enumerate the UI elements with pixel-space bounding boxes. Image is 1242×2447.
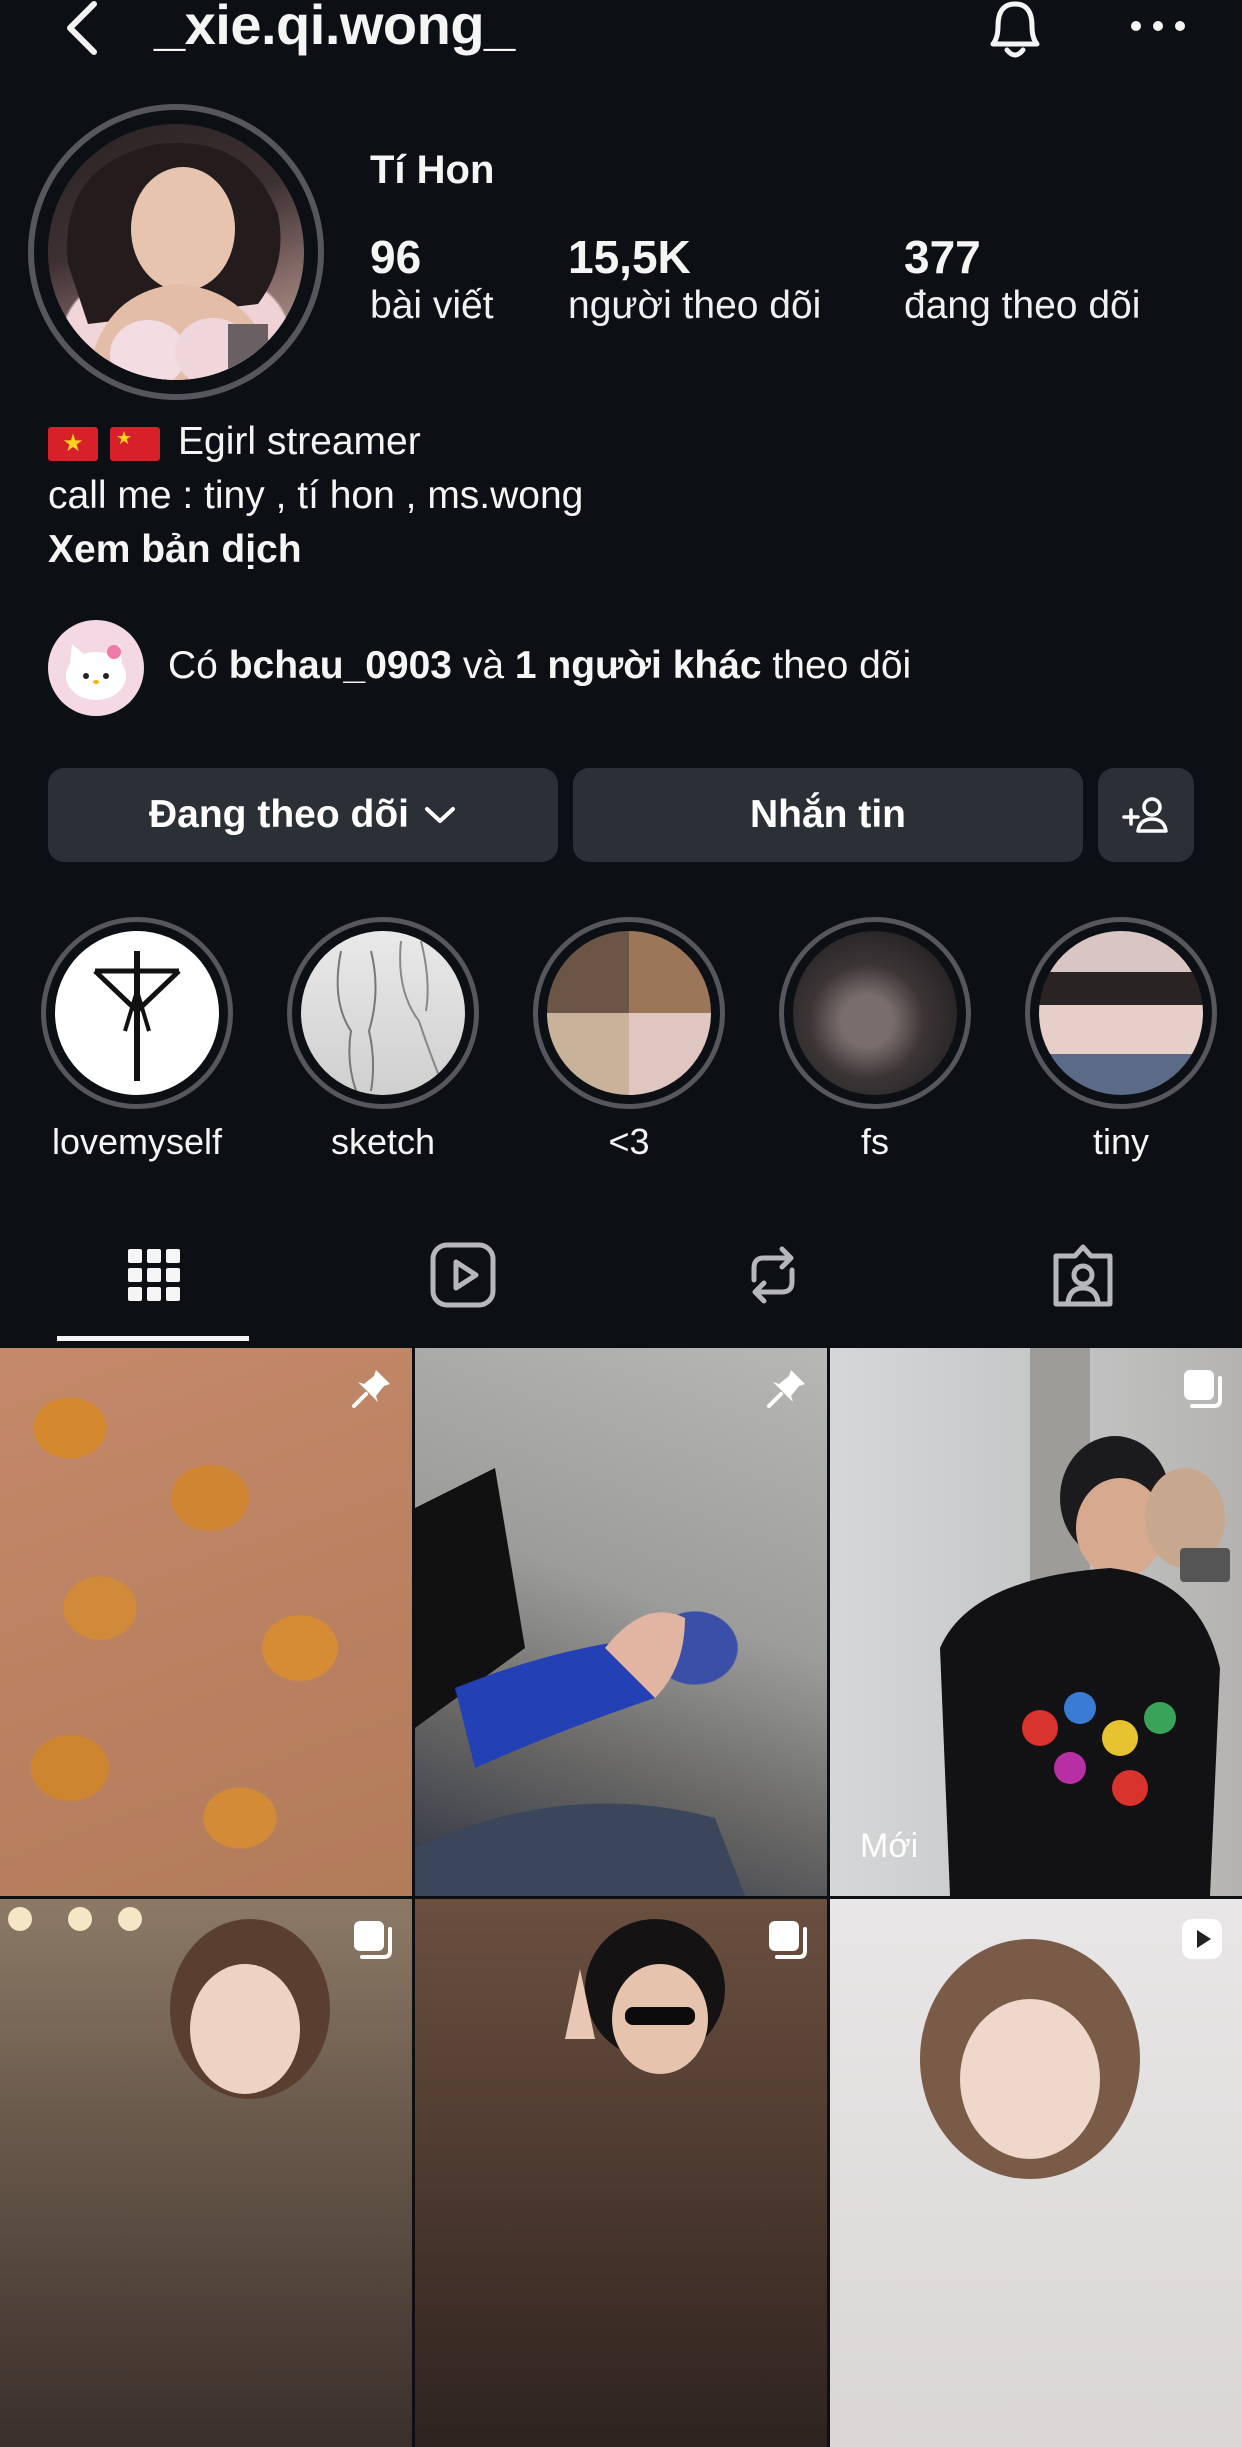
- highlight-label: sketch: [330, 1121, 436, 1162]
- pin-icon: [767, 1370, 805, 1408]
- bio-text-1: Egirl streamer: [178, 420, 421, 463]
- mutual-suffix: theo dõi: [761, 644, 912, 687]
- avatar-photo: [67, 142, 281, 380]
- stat-following[interactable]: 377 đang theo dõi: [904, 230, 1140, 328]
- post-tile[interactable]: [0, 1899, 412, 2447]
- suggest-user-button[interactable]: [1098, 768, 1194, 862]
- bell-icon[interactable]: [980, 0, 1050, 64]
- tagged-icon[interactable]: [1048, 1240, 1118, 1310]
- new-post-label: Mới: [860, 1827, 919, 1865]
- reel-icon: [1182, 1919, 1222, 1959]
- carousel-icon: [1184, 1370, 1222, 1408]
- post-photo: [8, 1907, 330, 2099]
- message-button[interactable]: Nhắn tin: [573, 768, 1083, 862]
- mutual-username: bchau_0903: [228, 644, 453, 687]
- mutual-prefix: Có: [168, 644, 229, 687]
- see-translation-link[interactable]: Xem bản dịch: [48, 528, 302, 572]
- stat-followers-value: 15,5K: [568, 231, 691, 283]
- post-tile[interactable]: [415, 1899, 827, 2447]
- stat-posts-label: bài viết: [370, 284, 494, 327]
- highlight-label: <3: [608, 1121, 650, 1162]
- post-tile[interactable]: Mới: [830, 1348, 1242, 1896]
- profile-username: _xie.qi.wong_: [154, 0, 515, 56]
- mutual-follower-avatar[interactable]: [48, 620, 144, 716]
- stat-following-label: đang theo dõi: [904, 284, 1141, 327]
- active-tab-indicator: [57, 1336, 249, 1341]
- bio-line-1: ★ ★ Egirl streamer: [48, 420, 421, 464]
- highlight-label: fs: [860, 1121, 889, 1162]
- hello-kitty-avatar-image: [66, 644, 126, 700]
- chevron-down-icon: [424, 807, 455, 823]
- add-person-icon: [1122, 797, 1168, 833]
- vietnam-flag-icon: ★: [48, 426, 98, 461]
- display-name: Tí Hon: [370, 148, 495, 192]
- more-options-icon[interactable]: [1130, 10, 1186, 40]
- mutual-others: 1 người khác: [514, 644, 762, 687]
- sketch-image: [336, 940, 442, 1092]
- highlight-label: lovemyself: [51, 1121, 223, 1162]
- stat-followers-label: người theo dõi: [568, 284, 822, 327]
- message-button-label: Nhắn tin: [750, 793, 906, 836]
- repost-icon[interactable]: [738, 1240, 808, 1310]
- stat-following-value: 377: [904, 231, 981, 283]
- post-photo: [940, 1348, 1230, 1896]
- highlight-image: [1039, 931, 1203, 1095]
- highlight-label: tiny: [1092, 1121, 1150, 1162]
- post-tile[interactable]: [0, 1348, 412, 1896]
- reels-icon[interactable]: [428, 1240, 498, 1310]
- post-tile[interactable]: [830, 1899, 1242, 2447]
- china-flag-icon: ★: [110, 426, 160, 461]
- stat-posts-value: 96: [370, 231, 422, 283]
- bio-line-2: call me : tiny , tí hon , ms.wong: [48, 474, 584, 517]
- post-tile[interactable]: [415, 1348, 827, 1896]
- post-photo: [415, 1468, 745, 1896]
- highlight-image: [793, 931, 957, 1095]
- mutual-middle: và: [452, 644, 515, 687]
- highlight-image: [55, 931, 219, 1095]
- stat-followers[interactable]: 15,5K người theo dõi: [568, 230, 821, 328]
- pin-icon: [352, 1370, 390, 1408]
- grid-icon[interactable]: [119, 1240, 189, 1310]
- following-button-label: Đang theo dõi: [149, 793, 409, 836]
- highlight-image: [301, 931, 465, 1095]
- highlight-image: [547, 931, 711, 1095]
- carousel-icon: [769, 1921, 807, 1959]
- stat-posts[interactable]: 96 bài viết: [370, 230, 494, 328]
- post-photo: [565, 1919, 725, 2074]
- following-button[interactable]: Đang theo dõi: [48, 768, 558, 862]
- mutual-followers-text[interactable]: Có bchau_0903 và 1 người khác theo dõi: [168, 644, 911, 688]
- back-chevron-icon[interactable]: [58, 0, 108, 60]
- carousel-icon: [354, 1921, 392, 1959]
- avatar[interactable]: [48, 124, 304, 380]
- pentagram-cross-image: [93, 951, 181, 1081]
- post-photo: [920, 1939, 1140, 2179]
